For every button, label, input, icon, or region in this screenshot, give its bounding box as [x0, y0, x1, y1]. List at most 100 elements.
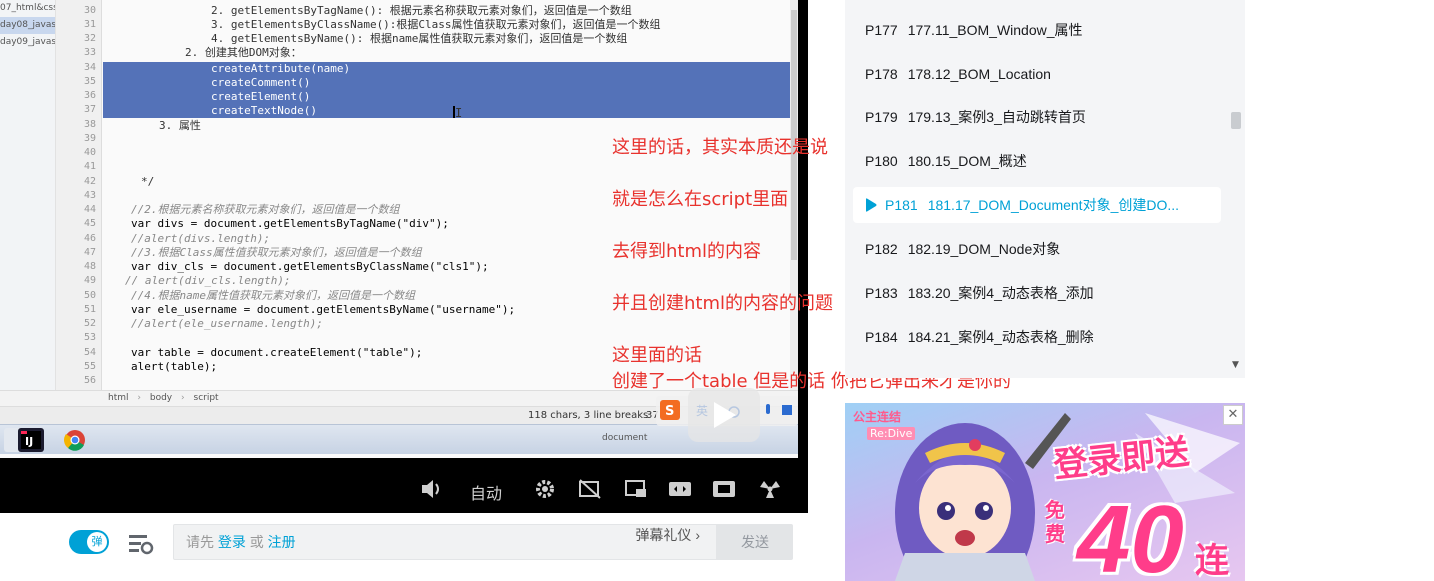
- breadcrumb-separator-icon: ›: [137, 393, 141, 403]
- picture-in-picture-icon[interactable]: [624, 478, 648, 500]
- code-line-selected: createElement(): [211, 90, 311, 104]
- line-number: 37: [83, 104, 96, 115]
- playlist-scrollbar[interactable]: ▼: [1229, 0, 1243, 378]
- or-text: 或: [249, 534, 264, 550]
- web-fullscreen-icon[interactable]: [712, 478, 736, 500]
- line-number: 54: [83, 347, 96, 358]
- line-number: 43: [83, 190, 96, 201]
- line-number: 56: [83, 375, 96, 386]
- scroll-down-arrow-icon[interactable]: ▼: [1232, 360, 1239, 370]
- file-item: 07_html&css: [0, 3, 55, 13]
- code-line-selected: createAttribute(name): [211, 62, 351, 76]
- code-line-comment: //2.根据元素名称获取元素对象们，返回值是一个数组: [131, 203, 400, 216]
- code-line: 4. getElementsByName(): 根据name属性值获取元素对象们…: [211, 32, 628, 45]
- widescreen-icon[interactable]: [668, 478, 692, 500]
- project-file-list: 07_html&css day08_javas day09_javas: [0, 0, 56, 390]
- code-line: 3. getElementsByClassName():根据Class属性值获取…: [211, 18, 661, 31]
- line-number: 42: [83, 176, 96, 187]
- annotation-note: 去得到html的内容: [612, 241, 762, 262]
- playlist-item[interactable]: P180 180.15_DOM_概述: [853, 143, 1221, 179]
- line-number: 31: [83, 19, 96, 30]
- code-line: 3. 属性: [159, 119, 201, 132]
- line-number: 48: [83, 261, 96, 272]
- ad-logo: 公主连结: [853, 410, 902, 424]
- line-number: 36: [83, 90, 96, 101]
- fullscreen-icon[interactable]: [758, 478, 782, 500]
- code-line: var div_cls = document.getElementsByClas…: [131, 260, 489, 273]
- line-number: 50: [83, 290, 96, 301]
- settings-gear-icon[interactable]: [534, 478, 556, 500]
- line-number: 34: [83, 62, 96, 73]
- code-line-comment: //3.根据Class属性值获取元素对象们，返回值是一个数组: [131, 246, 422, 259]
- breadcrumb-item[interactable]: body: [150, 393, 172, 403]
- line-number: 55: [83, 361, 96, 372]
- file-item: day08_javas: [0, 17, 55, 34]
- playlist-item[interactable]: P182 182.19_DOM_Node对象: [853, 231, 1221, 267]
- danmaku-input[interactable]: 请先 登录 或 注册 弹幕礼仪 ›: [173, 524, 717, 560]
- danmaku-toggle[interactable]: 弹: [69, 530, 109, 554]
- code-line: var divs = document.getElementsByTagName…: [131, 217, 449, 230]
- play-icon: [714, 402, 736, 428]
- danmaku-etiquette-link[interactable]: 弹幕礼仪 ›: [635, 525, 700, 545]
- danmaku-settings-icon[interactable]: [128, 533, 154, 555]
- login-link[interactable]: 登录: [218, 534, 246, 550]
- playlist-item-active[interactable]: P181 181.17_DOM_Document对象_创建DO...: [853, 187, 1221, 223]
- ad-close-button[interactable]: ✕: [1223, 405, 1243, 425]
- code-line-selected: createTextNode(): [211, 104, 317, 118]
- status-text: 118 chars, 3 line breaks: [528, 410, 649, 421]
- chrome-icon[interactable]: [62, 428, 88, 452]
- breadcrumb-item[interactable]: script: [194, 393, 219, 403]
- scrollbar-thumb[interactable]: [1231, 112, 1241, 129]
- danmaku-toggle-label: 弹: [87, 532, 107, 552]
- line-number: 32: [83, 33, 96, 44]
- line-number: 40: [83, 147, 96, 158]
- send-button[interactable]: 发送: [717, 524, 793, 560]
- line-number: 41: [83, 161, 96, 172]
- line-number: 33: [83, 47, 96, 58]
- line-number: 38: [83, 119, 96, 130]
- line-number: 39: [83, 133, 96, 144]
- playlist-item[interactable]: P178 178.12_BOM_Location: [853, 56, 1221, 92]
- line-number: 30: [83, 5, 96, 16]
- code-line: alert(table);: [131, 360, 218, 373]
- player-control-bar: 自动: [0, 465, 808, 513]
- line-number: 46: [83, 233, 96, 244]
- ad-logo-sub: Re:Dive: [867, 427, 916, 440]
- line-number: 45: [83, 218, 96, 229]
- danmaku-off-icon[interactable]: [578, 478, 602, 500]
- playlist-item[interactable]: P177 177.11_BOM_Window_属性: [853, 12, 1221, 48]
- code-line-comment: //4.根据name属性值获取元素对象们，返回值是一个数组: [131, 289, 415, 302]
- page-root: 07_html&css day08_javas day09_javas 30 3…: [0, 0, 1434, 581]
- intellij-icon[interactable]: IJ: [18, 428, 44, 452]
- chevron-right-icon: ›: [695, 527, 700, 543]
- selection-highlight: [103, 62, 798, 118]
- ad-banner[interactable]: ✕ 公主连结 Re:Dive 登录即送 免费 40 连: [845, 403, 1245, 581]
- code-line: 2. getElementsByTagName(): 根据元素名称获取元素对象们…: [211, 4, 632, 17]
- line-number-gutter: 30 31 32 33 34 35 36 37 38 39 40 41 42 4…: [56, 0, 102, 390]
- file-item: day09_javas: [0, 37, 55, 47]
- code-line: var table = document.createElement("tabl…: [131, 346, 423, 359]
- code-line: */: [141, 175, 155, 188]
- code-line-comment: //alert(divs.length);: [131, 232, 271, 245]
- playlist-item[interactable]: P183 183.20_案例4_动态表格_添加: [853, 275, 1221, 311]
- editor-scrollbar[interactable]: [790, 0, 798, 390]
- quality-auto-button[interactable]: 自动: [470, 480, 502, 503]
- line-number: 35: [83, 76, 96, 87]
- register-link[interactable]: 注册: [268, 534, 296, 550]
- taskbar-label: document: [602, 433, 648, 443]
- play-button[interactable]: [688, 388, 760, 442]
- ibeam-cursor-icon: I: [455, 106, 463, 120]
- svg-text:IJ: IJ: [25, 435, 33, 448]
- annotation-note: 并且创建html的内容的问题: [612, 293, 833, 314]
- ad-suffix: 连: [1195, 541, 1229, 581]
- code-line-comment: //alert(ele_username.length);: [131, 317, 324, 330]
- breadcrumb-separator-icon: ›: [181, 393, 185, 403]
- breadcrumb-item[interactable]: html: [108, 393, 129, 403]
- playlist-item[interactable]: P184 184.21_案例4_动态表格_删除: [853, 319, 1221, 355]
- code-line: var ele_username = document.getElementsB…: [131, 303, 516, 316]
- volume-icon[interactable]: [420, 478, 444, 500]
- svg-text:S: S: [665, 404, 674, 419]
- annotation-note: 这里的话，其实本质还是说: [612, 137, 828, 158]
- playlist-item[interactable]: P179 179.13_案例3_自动跳转首页: [853, 99, 1221, 135]
- ad-number: 40: [1077, 486, 1184, 581]
